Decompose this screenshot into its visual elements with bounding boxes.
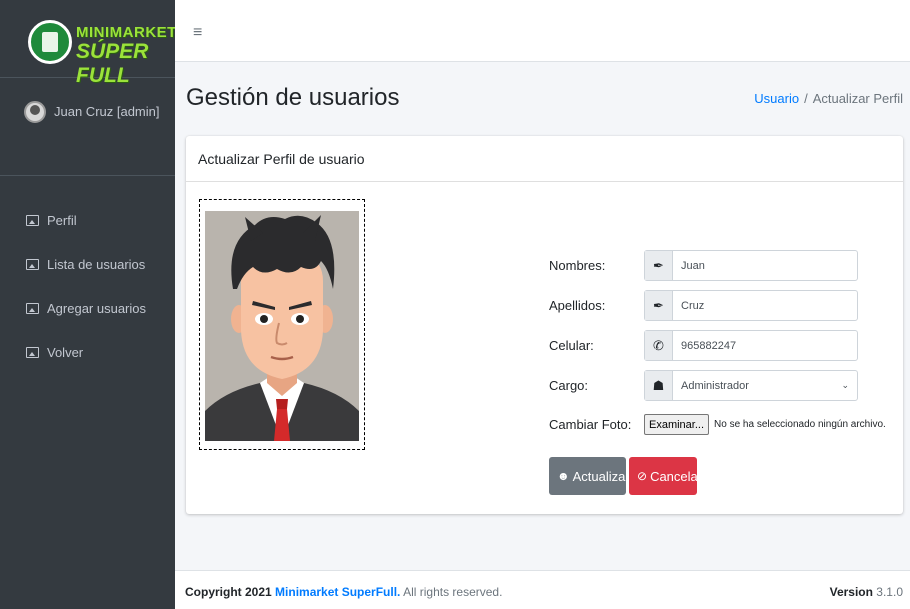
sidebar-item-agregar-usuarios[interactable]: Agregar usuarios	[0, 286, 175, 330]
cancel-button-label: Cancelar	[650, 468, 703, 484]
file-browse-button[interactable]: Examinar...	[644, 414, 710, 435]
image-icon	[26, 258, 39, 270]
update-button-label: Actualizar	[572, 468, 630, 484]
celular-label: Celular:	[549, 338, 594, 353]
form-row-apellidos: Apellidos: ✒	[549, 290, 858, 321]
sidebar-item-label: Volver	[47, 344, 84, 360]
version-label: Version	[829, 585, 873, 599]
brand[interactable]: MINIMARKET SÚPER FULL	[0, 0, 177, 87]
sidebar-item-lista-usuarios[interactable]: Lista de usuarios	[0, 242, 175, 286]
sidebar: MINIMARKET SÚPER FULL Juan Cruz [admin] …	[0, 0, 177, 609]
footer-brand-link[interactable]: Minimarket SuperFull.	[275, 585, 400, 599]
sidebar-item-perfil[interactable]: Perfil	[0, 198, 175, 242]
user-group-icon: ☗	[645, 371, 673, 400]
user-panel: Juan Cruz [admin]	[0, 78, 175, 176]
sidebar-item-volver[interactable]: Volver	[0, 330, 175, 374]
cancel-button[interactable]: ⊘ Cancelar	[629, 457, 702, 495]
version-value: 3.1.0	[872, 585, 903, 599]
apellidos-input-group: ✒	[644, 290, 858, 321]
phone-icon: ✆	[645, 331, 673, 360]
form-row-cargo: Cargo: ☗ Administrador ⌄	[549, 370, 858, 401]
page-title: Gestión de usuarios	[186, 84, 400, 111]
image-icon	[26, 346, 39, 358]
breadcrumb-separator: /	[804, 91, 808, 106]
nombres-label: Nombres:	[549, 258, 606, 273]
update-button[interactable]: ☻ Actualizar	[549, 457, 630, 495]
card-title: Actualizar Perfil de usuario	[186, 136, 903, 182]
footer: Copyright 2021 Minimarket SuperFull. All…	[175, 570, 910, 609]
brand-logo-icon	[28, 20, 72, 64]
photo-frame	[199, 199, 365, 450]
cargo-label: Cargo:	[549, 378, 589, 393]
apellidos-label: Apellidos:	[549, 298, 606, 313]
pen-icon: ✒	[645, 251, 673, 280]
copyright-rights: All rights reserved.	[400, 585, 503, 599]
form-row-nombres: Nombres: ✒	[549, 250, 858, 281]
file-status-text: No se ha seleccionado ningún archivo.	[714, 419, 886, 430]
sidebar-nav: Perfil Lista de usuarios Agregar usuario…	[0, 198, 175, 374]
breadcrumb: Usuario / Actualizar Perfil	[754, 91, 903, 106]
sidebar-item-label: Agregar usuarios	[47, 300, 146, 316]
celular-input-group: ✆	[644, 330, 858, 361]
image-icon	[26, 214, 39, 226]
footer-version: Version 3.1.0	[830, 585, 903, 599]
chevron-down-icon: ⌄	[841, 380, 849, 390]
breadcrumb-link-usuario[interactable]: Usuario	[754, 91, 799, 106]
nombres-input-group: ✒	[644, 250, 858, 281]
sidebar-item-label: Lista de usuarios	[47, 256, 146, 272]
hamburger-menu-icon[interactable]: ≡	[193, 24, 202, 42]
apellidos-input[interactable]	[673, 291, 857, 320]
cargo-select-group: ☗ Administrador ⌄	[644, 370, 858, 401]
brand-name-line1: MINIMARKET	[76, 24, 177, 41]
cargo-select[interactable]: Administrador ⌄	[673, 371, 857, 400]
profile-photo	[205, 211, 359, 441]
form-row-celular: Celular: ✆	[549, 330, 858, 361]
celular-input[interactable]	[673, 331, 857, 360]
cambiar-foto-label: Cambiar Foto:	[549, 417, 632, 432]
form-row-foto: Cambiar Foto: Examinar... No se ha selec…	[549, 414, 886, 435]
nombres-input[interactable]	[673, 251, 857, 280]
user-edit-icon: ☻	[557, 469, 570, 483]
footer-copyright: Copyright 2021 Minimarket SuperFull. All…	[185, 585, 502, 599]
breadcrumb-current: Actualizar Perfil	[812, 91, 903, 106]
user-name[interactable]: Juan Cruz [admin]	[54, 104, 160, 119]
copyright-prefix: Copyright 2021	[185, 585, 276, 599]
top-navbar: ≡	[175, 0, 910, 62]
cargo-selected-value: Administrador	[681, 379, 749, 392]
avatar-illustration	[205, 211, 359, 441]
user-avatar	[24, 101, 46, 123]
pen-icon: ✒	[645, 291, 673, 320]
sidebar-item-label: Perfil	[47, 212, 77, 228]
update-profile-card: Actualizar Perfil de usuario Nombres: ✒ …	[186, 136, 903, 514]
image-icon	[26, 302, 39, 314]
ban-icon: ⊘	[637, 469, 648, 483]
